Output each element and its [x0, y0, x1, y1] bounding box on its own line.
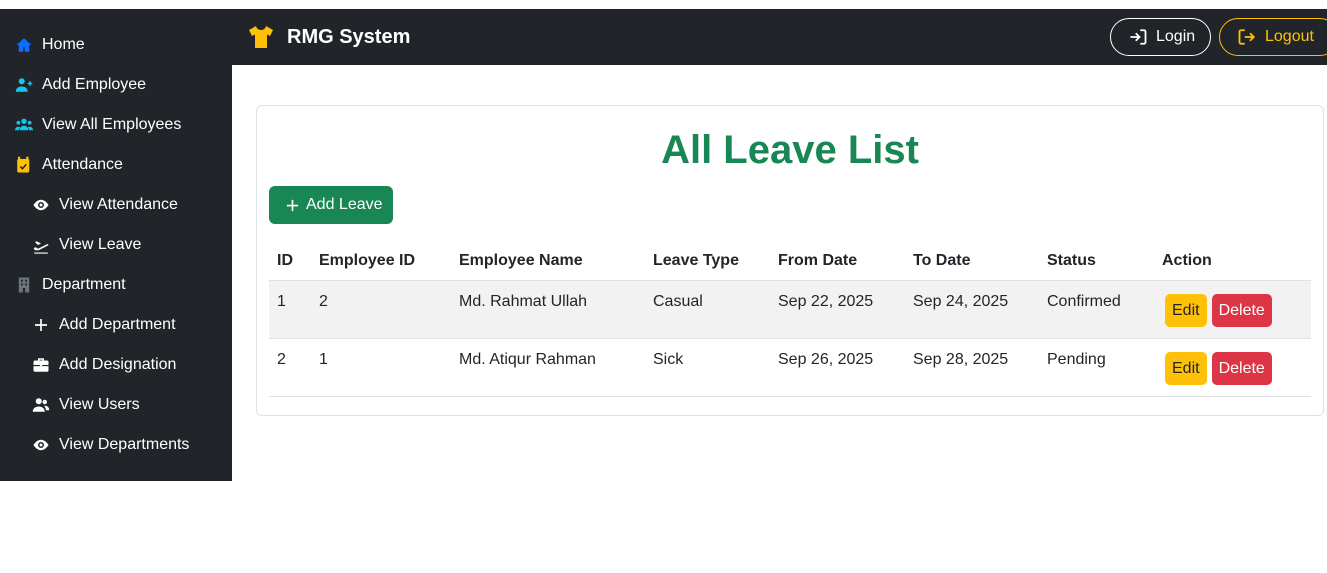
- column-header-leave-type: Leave Type: [645, 241, 770, 281]
- sidebar-item-label: Department: [42, 276, 126, 293]
- cell-leave-type: Casual: [645, 280, 770, 339]
- plus-icon: [31, 316, 50, 335]
- sidebar-item-label: View Departments: [59, 436, 190, 453]
- cell-employee-name: Md. Rahmat Ullah: [451, 280, 645, 339]
- cell-employee-id: 1: [311, 338, 451, 397]
- cell-to-date: Sep 28, 2025: [905, 338, 1039, 397]
- sidebar-item-label: Add Designation: [59, 356, 177, 373]
- calendar-check-icon: [14, 156, 33, 175]
- building-icon: [14, 276, 33, 295]
- column-header-id: ID: [269, 241, 311, 281]
- sidebar-item-label: View Attendance: [59, 196, 178, 213]
- user-plus-icon: [14, 76, 33, 95]
- table-row: 1 2 Md. Rahmat Ullah Casual Sep 22, 2025…: [269, 280, 1311, 339]
- sidebar-item-add-department[interactable]: Add Department: [0, 305, 232, 345]
- sidebar-item-view-attendance[interactable]: View Attendance: [0, 185, 232, 225]
- sidebar: Home Add Employee View All Employees Att…: [0, 9, 232, 481]
- users-icon: [31, 396, 50, 415]
- eye-icon: [31, 196, 50, 215]
- table-row: 2 1 Md. Atiqur Rahman Sick Sep 26, 2025 …: [269, 338, 1311, 397]
- users-icon: [14, 116, 33, 135]
- cell-id: 2: [269, 338, 311, 397]
- sidebar-item-view-leave[interactable]: View Leave: [0, 225, 232, 265]
- cell-status: Pending: [1039, 338, 1154, 397]
- cell-leave-type: Sick: [645, 338, 770, 397]
- sidebar-item-home[interactable]: Home: [0, 25, 232, 65]
- top-navbar: RMG System Login Logout: [232, 9, 1327, 65]
- column-header-employee-name: Employee Name: [451, 241, 645, 281]
- sidebar-item-label: View All Employees: [42, 116, 182, 133]
- login-button[interactable]: Login: [1110, 18, 1211, 56]
- sidebar-item-view-departments[interactable]: View Departments: [0, 425, 232, 465]
- brand-name: RMG System: [287, 25, 411, 48]
- home-icon: [14, 36, 33, 55]
- cell-action: Edit Delete: [1154, 280, 1311, 339]
- sidebar-item-label: Add Department: [59, 316, 176, 333]
- plus-icon: [284, 197, 300, 213]
- sidebar-item-label: Home: [42, 36, 85, 53]
- sidebar-item-view-all-employees[interactable]: View All Employees: [0, 105, 232, 145]
- sidebar-item-view-users[interactable]: View Users: [0, 385, 232, 425]
- plane-departure-icon: [31, 236, 50, 255]
- cell-employee-id: 2: [311, 280, 451, 339]
- sign-in-icon: [1128, 28, 1147, 47]
- delete-button[interactable]: Delete: [1211, 294, 1272, 327]
- leave-list-card: All Leave List Add Leave ID Employee ID …: [256, 105, 1324, 416]
- logout-button[interactable]: Logout: [1219, 18, 1327, 56]
- leave-table: ID Employee ID Employee Name Leave Type …: [269, 241, 1311, 397]
- sidebar-item-add-employee[interactable]: Add Employee: [0, 65, 232, 105]
- column-header-action: Action: [1154, 241, 1311, 281]
- column-header-employee-id: Employee ID: [311, 241, 451, 281]
- sidebar-menu: Home Add Employee View All Employees Att…: [0, 25, 232, 465]
- cell-status: Confirmed: [1039, 280, 1154, 339]
- login-label: Login: [1156, 28, 1196, 45]
- cell-to-date: Sep 24, 2025: [905, 280, 1039, 339]
- add-leave-label: Add Leave: [306, 196, 383, 213]
- eye-icon: [31, 436, 50, 455]
- sidebar-item-attendance[interactable]: Attendance: [0, 145, 232, 185]
- column-header-from-date: From Date: [770, 241, 905, 281]
- sidebar-item-label: View Users: [59, 396, 140, 413]
- delete-button[interactable]: Delete: [1211, 352, 1272, 385]
- sidebar-item-label: Add Employee: [42, 76, 147, 93]
- column-header-status: Status: [1039, 241, 1154, 281]
- sidebar-item-add-designation[interactable]: Add Designation: [0, 345, 232, 385]
- briefcase-icon: [31, 356, 50, 375]
- cell-from-date: Sep 26, 2025: [770, 338, 905, 397]
- edit-button[interactable]: Edit: [1165, 294, 1207, 327]
- page-title: All Leave List: [661, 128, 919, 172]
- table-header-row: ID Employee ID Employee Name Leave Type …: [269, 241, 1311, 281]
- cell-employee-name: Md. Atiqur Rahman: [451, 338, 645, 397]
- sidebar-item-label: Attendance: [42, 156, 123, 173]
- column-header-to-date: To Date: [905, 241, 1039, 281]
- tshirt-icon: [248, 24, 274, 50]
- sidebar-item-label: View Leave: [59, 236, 142, 253]
- edit-button[interactable]: Edit: [1165, 352, 1207, 385]
- logout-label: Logout: [1265, 28, 1314, 45]
- cell-id: 1: [269, 280, 311, 339]
- brand[interactable]: RMG System: [248, 9, 410, 65]
- cell-from-date: Sep 22, 2025: [770, 280, 905, 339]
- add-leave-button[interactable]: Add Leave: [269, 186, 393, 224]
- cell-action: Edit Delete: [1154, 338, 1311, 397]
- sidebar-item-department[interactable]: Department: [0, 265, 232, 305]
- sign-out-icon: [1237, 28, 1256, 47]
